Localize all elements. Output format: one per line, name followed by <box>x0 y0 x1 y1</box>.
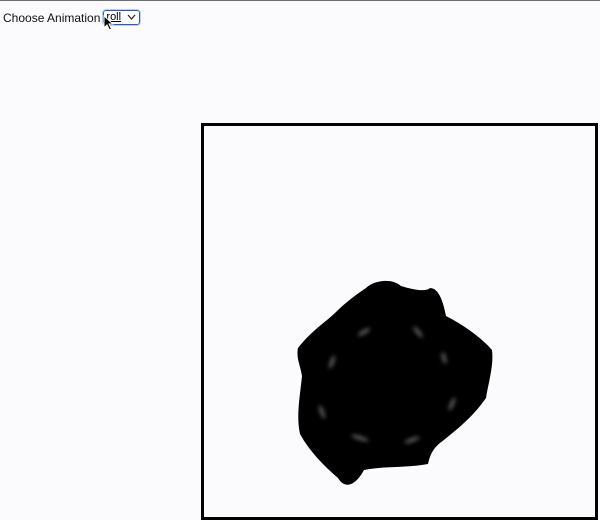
animated-blob-canvas <box>297 280 493 485</box>
animation-stage <box>201 123 598 520</box>
chevron-down-icon <box>127 14 136 20</box>
rolling-blob-shape <box>297 280 493 485</box>
window-top-border <box>0 0 600 1</box>
animation-controls: Choose Animation roll <box>3 9 142 26</box>
mouse-cursor-icon <box>103 15 115 31</box>
choose-animation-label: Choose Animation <box>3 10 101 25</box>
